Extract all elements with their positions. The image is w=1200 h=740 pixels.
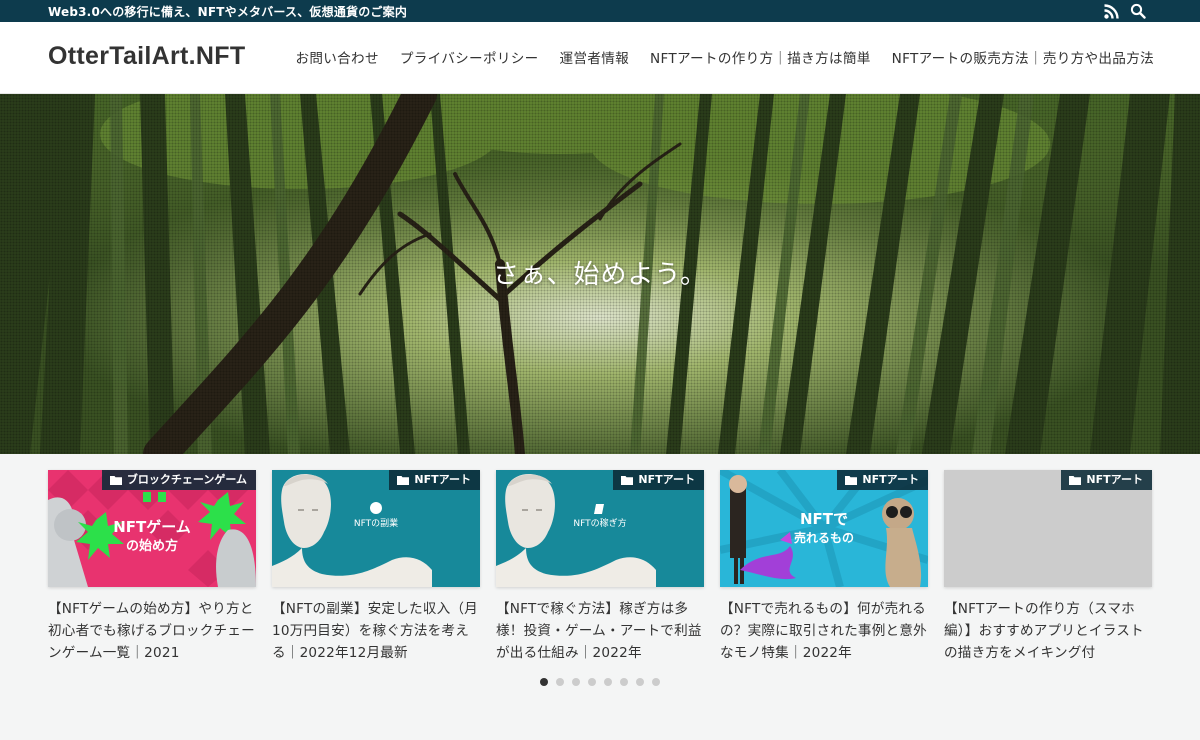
pagination-dot[interactable]: [620, 678, 628, 686]
article-card[interactable]: NFTアート 【NFTアートの作り方（スマホ編）】おすすめアプリとイラストの描き…: [944, 470, 1152, 670]
pagination-dot[interactable]: [572, 678, 580, 686]
folder-icon: [109, 475, 122, 485]
top-bar: Web3.0への移行に備え、NFTやメタバース、仮想通貨のご案内: [0, 0, 1200, 22]
article-card[interactable]: NFTの副業 NFTアート 【NFTの副業】安定した収入（月10万円目安）を稼ぐ…: [272, 470, 480, 670]
site-header: OtterTailArt.NFT お問い合わせ プライバシーポリシー 運営者情報…: [0, 22, 1200, 94]
category-badge[interactable]: NFTアート: [837, 470, 928, 490]
category-badge[interactable]: NFTアート: [613, 470, 704, 490]
article-thumbnail-placeholder[interactable]: NFTアート: [944, 470, 1152, 587]
pagination-dot[interactable]: [588, 678, 596, 686]
category-badge[interactable]: ブロックチェーンゲーム: [101, 470, 256, 490]
category-label: NFTアート: [862, 473, 919, 486]
nav-contact[interactable]: お問い合わせ: [295, 47, 378, 67]
category-label: NFTアート: [414, 473, 471, 486]
article-title[interactable]: 【NFTアートの作り方（スマホ編）】おすすめアプリとイラストの描き方をメイキング…: [944, 598, 1152, 664]
thumb-text: NFTの副業: [354, 517, 398, 529]
article-thumbnail[interactable]: NFTゲーム の始め方 ブロックチェーンゲーム: [48, 470, 256, 587]
category-label: ブロックチェーンゲーム: [126, 473, 247, 486]
main-nav: お問い合わせ プライバシーポリシー 運営者情報 NFTアートの作り方｜描き方は簡…: [295, 47, 1154, 67]
folder-icon: [845, 475, 858, 485]
folder-icon: [1069, 475, 1082, 485]
thumb-text: の始め方: [126, 538, 178, 554]
hero-heading: さぁ、始めよう。: [493, 260, 707, 290]
article-title[interactable]: 【NFTの副業】安定した収入（月10万円目安）を稼ぐ方法を考える｜2022年12…: [272, 598, 480, 664]
pagination-dot[interactable]: [540, 678, 548, 686]
hero-banner: さぁ、始めよう。: [0, 94, 1200, 454]
nav-operator-info[interactable]: 運営者情報: [560, 47, 629, 67]
thumb-text: NFTの稼ぎ方: [573, 517, 626, 529]
article-card[interactable]: NFTの稼ぎ方 NFTアート 【NFTで稼ぐ方法】稼ぎ方は多様！投資・ゲーム・ア…: [496, 470, 704, 670]
folder-icon: [397, 475, 410, 485]
pagination-dot[interactable]: [604, 678, 612, 686]
article-thumbnail[interactable]: NFTで 売れるもの NFTアート: [720, 470, 928, 587]
category-label: NFTアート: [1086, 473, 1143, 486]
carousel-pagination: [540, 678, 660, 686]
pagination-dot[interactable]: [556, 678, 564, 686]
nav-how-to-sell-nft-art[interactable]: NFTアートの販売方法｜売り方や出品方法: [892, 47, 1154, 67]
article-title[interactable]: 【NFTで売れるもの】何が売れるの？実際に取引された事例と意外なモノ特集｜202…: [720, 598, 928, 664]
thumb-text: 売れるもの: [794, 530, 854, 545]
category-badge[interactable]: NFTアート: [1061, 470, 1152, 490]
folder-icon: [621, 475, 634, 485]
article-card[interactable]: NFTで 売れるもの NFTアート 【NFTで売れるもの】何が売れるの？実際に取…: [720, 470, 928, 670]
article-title[interactable]: 【NFTゲームの始め方】やり方と初心者でも稼げるブロックチェーンゲーム一覧｜20…: [48, 598, 256, 664]
thumb-text: NFTゲーム: [113, 518, 191, 536]
site-tagline: Web3.0への移行に備え、NFTやメタバース、仮想通貨のご案内: [48, 5, 408, 19]
category-badge[interactable]: NFTアート: [389, 470, 480, 490]
nav-how-to-make-nft-art[interactable]: NFTアートの作り方｜描き方は簡単: [650, 47, 871, 67]
rss-icon[interactable]: [1104, 4, 1120, 19]
article-title[interactable]: 【NFTで稼ぐ方法】稼ぎ方は多様！投資・ゲーム・アートで利益が出る仕組み｜202…: [496, 598, 704, 664]
article-thumbnail[interactable]: NFTの稼ぎ方 NFTアート: [496, 470, 704, 587]
article-thumbnail[interactable]: NFTの副業 NFTアート: [272, 470, 480, 587]
pagination-dot[interactable]: [636, 678, 644, 686]
article-card[interactable]: NFTゲーム の始め方 ブロックチェーンゲーム 【NFTゲームの始め方】やり方と…: [48, 470, 256, 670]
site-title[interactable]: OtterTailArt.NFT: [48, 42, 245, 71]
category-label: NFTアート: [638, 473, 695, 486]
nav-privacy-policy[interactable]: プライバシーポリシー: [400, 47, 539, 67]
pagination-dot[interactable]: [652, 678, 660, 686]
thumb-text: NFTで: [800, 510, 848, 528]
search-icon[interactable]: [1130, 3, 1146, 19]
article-carousel: NFTゲーム の始め方 ブロックチェーンゲーム 【NFTゲームの始め方】やり方と…: [48, 470, 1152, 670]
